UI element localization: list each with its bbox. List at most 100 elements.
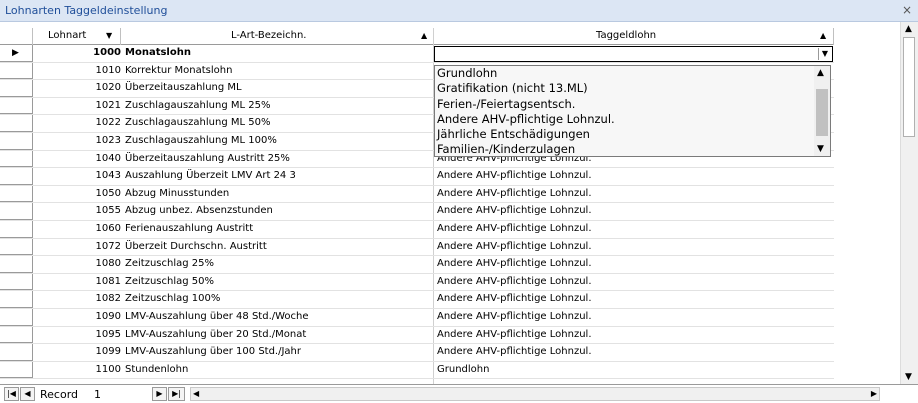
row-selector[interactable] bbox=[0, 273, 33, 291]
lohnart-cell[interactable]: 1055 bbox=[34, 205, 121, 216]
taggeldlohn-cell[interactable]: Grundlohn bbox=[437, 364, 827, 375]
bezeichnung-cell[interactable]: LMV-Auszahlung über 20 Std./Monat bbox=[125, 329, 425, 340]
bezeichnung-cell[interactable]: Korrektur Monatslohn bbox=[125, 65, 425, 76]
scroll-left-icon[interactable]: ◀ bbox=[193, 388, 199, 400]
lohnart-cell[interactable]: 1090 bbox=[34, 311, 121, 322]
table-row[interactable]: 1100 Stundenlohn Grundlohn bbox=[0, 361, 834, 380]
scroll-up-icon[interactable]: ▲ bbox=[817, 68, 824, 78]
table-row[interactable]: 1081 Zeitzuschlag 50% Andere AHV-pflichtig… bbox=[0, 273, 834, 292]
lohnart-cell[interactable]: 1050 bbox=[34, 188, 121, 199]
dropdown-option[interactable]: Andere AHV-pflichtige Lohnzul. bbox=[435, 112, 830, 127]
row-selector[interactable] bbox=[0, 185, 33, 203]
row-selector[interactable] bbox=[0, 344, 33, 361]
taggeldlohn-cell[interactable]: Andere AHV-pflichtige Lohnzul. bbox=[437, 276, 827, 287]
scroll-down-icon[interactable]: ▼ bbox=[905, 372, 912, 382]
lohnart-cell[interactable]: 1010 bbox=[34, 65, 121, 76]
lohnart-cell[interactable]: 1082 bbox=[34, 293, 121, 304]
previous-record-icon[interactable]: ◀ bbox=[20, 387, 35, 401]
bezeichnung-cell[interactable]: Zuschlagauszahlung ML 25% bbox=[125, 100, 425, 111]
table-row[interactable]: 1080 Zeitzuschlag 25% Andere AHV-pflichtig… bbox=[0, 256, 834, 274]
taggeldlohn-cell[interactable]: Andere AHV-pflichtige Lohnzul. bbox=[437, 329, 827, 340]
lohnart-cell[interactable]: 1021 bbox=[34, 100, 121, 111]
taggeldlohn-cell[interactable]: Andere AHV-pflichtige Lohnzul. bbox=[437, 241, 827, 252]
lohnart-cell[interactable]: 1080 bbox=[34, 258, 121, 269]
row-selector[interactable] bbox=[0, 168, 33, 185]
taggeldlohn-cell[interactable]: Andere AHV-pflichtige Lohnzul. bbox=[437, 223, 827, 234]
bezeichnung-cell[interactable]: Monatslohn bbox=[125, 47, 425, 58]
lohnart-cell[interactable]: 1043 bbox=[34, 170, 121, 181]
bezeichnung-cell[interactable]: Zeitzuschlag 50% bbox=[125, 276, 425, 287]
lohnart-cell[interactable]: 1040 bbox=[34, 153, 121, 164]
bezeichnung-cell[interactable]: Abzug unbez. Absenzstunden bbox=[125, 205, 425, 216]
row-selector[interactable] bbox=[0, 203, 33, 220]
taggeldlohn-dropdown-list[interactable]: Grundlohn Gratifikation (nicht 13.ML) Feri… bbox=[434, 65, 831, 157]
column-header-lohnart[interactable]: Lohnart ▼ bbox=[33, 28, 121, 45]
filter-dropdown-icon[interactable]: ▼ bbox=[106, 28, 112, 44]
lohnart-cell[interactable]: 1060 bbox=[34, 223, 121, 234]
dropdown-option[interactable]: Ferien-/Feiertagsentsch. bbox=[435, 97, 830, 112]
table-row[interactable]: 1090 LMV-Auszahlung über 48 Std./Woche And… bbox=[0, 308, 834, 327]
scroll-up-icon[interactable]: ▲ bbox=[905, 24, 912, 34]
row-selector[interactable] bbox=[0, 62, 33, 80]
row-selector[interactable] bbox=[0, 150, 33, 168]
dropdown-option[interactable]: Familien-/Kinderzulagen bbox=[435, 142, 830, 156]
dropdown-scrollbar[interactable]: ▲ ▼ bbox=[814, 66, 830, 156]
bezeichnung-cell[interactable]: Zeitzuschlag 25% bbox=[125, 258, 425, 269]
dropdown-option[interactable]: Jährliche Entschädigungen bbox=[435, 127, 830, 142]
table-row[interactable]: 1050 Abzug Minusstunden Andere AHV-pflicht… bbox=[0, 185, 834, 204]
row-selector[interactable] bbox=[0, 291, 33, 308]
bezeichnung-cell[interactable]: Überzeitauszahlung ML bbox=[125, 82, 425, 93]
row-selector[interactable] bbox=[0, 115, 33, 132]
row-selector[interactable] bbox=[0, 361, 33, 379]
taggeldlohn-cell[interactable]: Andere AHV-pflichtige Lohnzul. bbox=[437, 258, 827, 269]
next-record-icon[interactable]: ▶ bbox=[152, 387, 167, 401]
scroll-down-icon[interactable]: ▼ bbox=[817, 144, 824, 154]
bezeichnung-cell[interactable]: LMV-Auszahlung über 100 Std./Jahr bbox=[125, 346, 425, 357]
lohnart-cell[interactable]: 1099 bbox=[34, 346, 121, 357]
sort-ascending-icon[interactable]: ▲ bbox=[820, 28, 826, 44]
lohnart-cell[interactable]: 1100 bbox=[34, 364, 121, 375]
first-record-icon[interactable]: |◀ bbox=[4, 387, 19, 401]
table-row[interactable]: 1043 Auszahlung Überzeit LMV Art 24 3 Ande… bbox=[0, 168, 834, 186]
bezeichnung-cell[interactable]: Überzeitauszahlung Austritt 25% bbox=[125, 153, 425, 164]
taggeldlohn-cell[interactable]: Andere AHV-pflichtige Lohnzul. bbox=[437, 293, 827, 304]
close-icon[interactable]: × bbox=[902, 3, 912, 17]
vertical-scroll-thumb[interactable] bbox=[903, 37, 915, 137]
horizontal-scrollbar[interactable]: ◀ ▶ bbox=[190, 387, 880, 401]
bezeichnung-cell[interactable]: Auszahlung Überzeit LMV Art 24 3 bbox=[125, 170, 425, 181]
row-selector[interactable] bbox=[0, 308, 33, 326]
row-selector[interactable] bbox=[0, 220, 33, 238]
lohnart-cell[interactable]: 1072 bbox=[34, 241, 121, 252]
taggeldlohn-cell[interactable]: Andere AHV-pflichtige Lohnzul. bbox=[437, 205, 827, 216]
vertical-scrollbar[interactable]: ▲ ▼ bbox=[900, 22, 918, 384]
lohnart-cell[interactable]: 1023 bbox=[34, 135, 121, 146]
table-row[interactable]: 1082 Zeitzuschlag 100% Andere AHV-pflichti… bbox=[0, 291, 834, 309]
taggeldlohn-combobox[interactable]: ▼ bbox=[434, 46, 833, 62]
column-header-taggeldlohn[interactable]: Taggeldlohn ▲ bbox=[434, 28, 834, 45]
row-selector[interactable] bbox=[0, 80, 33, 97]
sort-ascending-icon[interactable]: ▲ bbox=[421, 28, 427, 44]
scroll-right-icon[interactable]: ▶ bbox=[871, 388, 877, 400]
row-selector[interactable] bbox=[0, 97, 33, 115]
lohnart-cell[interactable]: 1081 bbox=[34, 276, 121, 287]
bezeichnung-cell[interactable]: Ferienauszahlung Austritt bbox=[125, 223, 425, 234]
row-selector[interactable] bbox=[0, 238, 33, 256]
table-row[interactable]: 1055 Abzug unbez. Absenzstunden Andere AHV… bbox=[0, 203, 834, 221]
lohnart-cell[interactable]: 1000 bbox=[34, 47, 121, 58]
row-selector[interactable] bbox=[0, 132, 33, 150]
dropdown-option[interactable]: Grundlohn bbox=[435, 66, 830, 81]
dropdown-scroll-thumb[interactable] bbox=[816, 89, 828, 136]
bezeichnung-cell[interactable]: Stundenlohn bbox=[125, 364, 425, 375]
row-selector[interactable] bbox=[0, 326, 33, 344]
bezeichnung-cell[interactable]: Zuschlagauszahlung ML 100% bbox=[125, 135, 425, 146]
table-row[interactable]: 1072 Überzeit Durchschn. Austritt Andere A… bbox=[0, 238, 834, 257]
table-row[interactable]: 1060 Ferienauszahlung Austritt Andere AHV-… bbox=[0, 220, 834, 239]
table-row[interactable]: 1099 LMV-Auszahlung über 100 Std./Jahr And… bbox=[0, 344, 834, 362]
lohnart-cell[interactable]: 1022 bbox=[34, 117, 121, 128]
lohnart-cell[interactable]: 1020 bbox=[34, 82, 121, 93]
taggeldlohn-cell[interactable]: Andere AHV-pflichtige Lohnzul. bbox=[437, 311, 827, 322]
bezeichnung-cell[interactable]: Abzug Minusstunden bbox=[125, 188, 425, 199]
taggeldlohn-cell[interactable]: Andere AHV-pflichtige Lohnzul. bbox=[437, 170, 827, 181]
column-header-bezeichnung[interactable]: L-Art-Bezeichn. ▲ bbox=[121, 28, 434, 45]
row-selector[interactable]: ▶ bbox=[0, 45, 33, 62]
